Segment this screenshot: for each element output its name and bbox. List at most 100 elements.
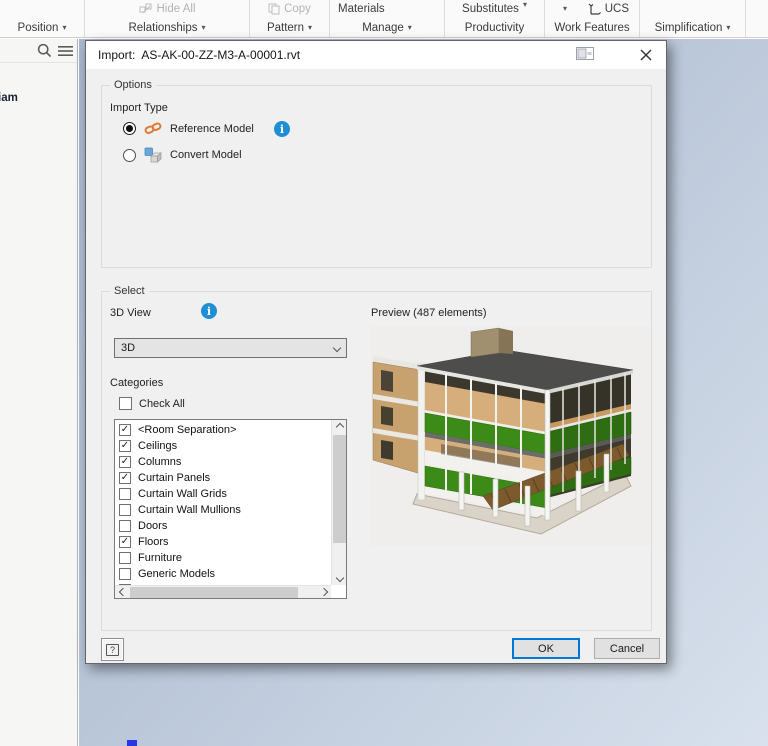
view-dropdown-value: 3D bbox=[121, 342, 136, 354]
ribbon-group-work-features: ▾ UCS Work Features bbox=[545, 0, 640, 37]
browser-tree-item[interactable]: iam bbox=[0, 92, 18, 104]
tab-manage[interactable]: Manage ▾ bbox=[330, 22, 444, 34]
materials-label: Materials bbox=[338, 3, 385, 15]
category-row[interactable]: Generic Models bbox=[115, 566, 331, 582]
copy-icon bbox=[268, 3, 280, 15]
axis-label-fragment bbox=[127, 740, 137, 746]
chevron-down-icon bbox=[332, 343, 342, 353]
horizontal-scroll-thumb[interactable] bbox=[130, 586, 298, 598]
copy-button[interactable]: Copy bbox=[250, 1, 329, 17]
categories-list: ✓ <Room Separation> ✓ Ceilings ✓ Columns ✓ Curt… bbox=[115, 420, 331, 585]
ucs-axis-icon bbox=[588, 3, 601, 15]
scroll-down-button[interactable] bbox=[332, 571, 346, 585]
reference-model-option[interactable]: Reference Model bbox=[123, 121, 254, 136]
category-checkbox[interactable]: ✓ bbox=[119, 472, 131, 484]
ok-button[interactable]: OK bbox=[512, 638, 580, 659]
tab-productivity-label: Productivity bbox=[464, 22, 525, 34]
reference-model-info-icon[interactable]: i bbox=[274, 121, 290, 137]
view-dropdown[interactable]: 3D bbox=[114, 338, 347, 358]
tab-position[interactable]: Position ▾ bbox=[0, 22, 84, 34]
browser-header bbox=[0, 39, 77, 63]
view-label: 3D View bbox=[110, 307, 151, 319]
horizontal-scrollbar[interactable] bbox=[115, 585, 331, 598]
substitutes-label: Substitutes bbox=[462, 3, 519, 15]
category-checkbox[interactable] bbox=[119, 504, 131, 516]
materials-button[interactable]: Materials bbox=[330, 1, 444, 17]
category-row[interactable]: ✓ Columns bbox=[115, 454, 331, 470]
check-all-label: Check All bbox=[139, 397, 185, 410]
vertical-scrollbar[interactable] bbox=[331, 420, 346, 585]
preview-label: Preview (487 elements) bbox=[371, 307, 487, 319]
category-row[interactable]: ✓ Curtain Panels bbox=[115, 470, 331, 486]
ribbon-group-manage: Materials Manage ▾ bbox=[330, 0, 445, 37]
ribbon-spacer bbox=[746, 0, 768, 37]
substitutes-button[interactable]: Substitutes ▾ bbox=[445, 1, 544, 17]
tab-pattern-label: Pattern bbox=[266, 22, 305, 34]
chevron-down-icon: ▾ bbox=[407, 23, 412, 32]
help-button[interactable]: ? bbox=[101, 638, 124, 661]
category-checkbox[interactable]: ✓ bbox=[119, 456, 131, 468]
category-label: Columns bbox=[138, 456, 182, 468]
category-checkbox[interactable] bbox=[119, 520, 131, 532]
ribbon: Position ▾ Hide All Relationships ▾ Copy P… bbox=[0, 0, 768, 38]
category-row[interactable]: ✓ <Room Separation> bbox=[115, 422, 331, 438]
menu-icon[interactable] bbox=[58, 45, 73, 57]
reference-model-radio[interactable] bbox=[123, 122, 136, 135]
category-label: Ceilings bbox=[138, 440, 178, 452]
dialog-titlebar[interactable]: Import: AS-AK-00-ZZ-M3-A-00001.rvt bbox=[86, 41, 666, 70]
close-icon[interactable] bbox=[638, 47, 654, 63]
category-row[interactable]: ✓ Ceilings bbox=[115, 438, 331, 454]
category-checkbox[interactable] bbox=[119, 488, 131, 500]
tab-productivity[interactable]: Productivity bbox=[445, 22, 544, 34]
category-label: Curtain Wall Grids bbox=[138, 488, 227, 500]
chevron-down-icon[interactable]: ▾ bbox=[563, 5, 567, 13]
categories-label: Categories bbox=[110, 377, 164, 389]
convert-model-option[interactable]: Convert Model bbox=[123, 147, 242, 163]
category-label: Furniture bbox=[138, 552, 183, 564]
category-checkbox[interactable]: ✓ bbox=[119, 536, 131, 548]
cancel-button[interactable]: Cancel bbox=[594, 638, 660, 659]
ucs-label: UCS bbox=[604, 3, 629, 15]
category-label: Doors bbox=[138, 520, 168, 532]
check-all-checkbox[interactable] bbox=[119, 397, 132, 410]
category-checkbox[interactable] bbox=[119, 552, 131, 564]
category-row[interactable]: Doors bbox=[115, 518, 331, 534]
reference-model-label: Reference Model bbox=[170, 122, 254, 135]
category-checkbox[interactable]: ✓ bbox=[119, 440, 131, 452]
tab-simplification-label: Simplification bbox=[654, 22, 723, 34]
convert-model-label: Convert Model bbox=[170, 149, 242, 161]
category-checkbox[interactable] bbox=[119, 568, 131, 580]
hide-all-label: Hide All bbox=[156, 3, 196, 15]
dock-panel-icon[interactable] bbox=[576, 47, 594, 63]
tab-pattern[interactable]: Pattern ▾ bbox=[250, 22, 329, 34]
tab-simplification[interactable]: Simplification ▾ bbox=[640, 22, 745, 34]
tab-work-features[interactable]: Work Features bbox=[545, 22, 639, 34]
convert-model-radio[interactable] bbox=[123, 148, 136, 162]
category-label: Curtain Wall Mullions bbox=[138, 504, 241, 516]
category-label: <Room Separation> bbox=[138, 424, 237, 436]
scroll-up-button[interactable] bbox=[332, 420, 346, 434]
search-icon[interactable] bbox=[37, 43, 52, 58]
import-type-label: Import Type bbox=[110, 102, 168, 114]
category-checkbox[interactable]: ✓ bbox=[119, 424, 131, 436]
vertical-scroll-thumb[interactable] bbox=[333, 435, 346, 543]
category-row[interactable]: ✓ Floors bbox=[115, 534, 331, 550]
category-row[interactable]: Curtain Wall Grids bbox=[115, 486, 331, 502]
category-label: Floors bbox=[138, 536, 169, 548]
ribbon-group-position: Position ▾ bbox=[0, 0, 85, 37]
hide-all-icon bbox=[139, 3, 153, 15]
category-label: Curtain Panels bbox=[138, 472, 211, 484]
tab-work-features-label: Work Features bbox=[554, 22, 630, 34]
hide-all-button[interactable]: Hide All bbox=[85, 1, 249, 17]
scroll-right-button[interactable] bbox=[316, 586, 331, 599]
category-label: Generic Models bbox=[138, 568, 216, 580]
check-all-option[interactable]: Check All bbox=[119, 397, 185, 410]
category-row[interactable]: Curtain Wall Mullions bbox=[115, 502, 331, 518]
tab-relationships[interactable]: Relationships ▾ bbox=[85, 22, 249, 34]
category-row[interactable]: Furniture bbox=[115, 550, 331, 566]
scroll-left-button[interactable] bbox=[115, 586, 130, 599]
ucs-button[interactable]: UCS bbox=[588, 3, 629, 15]
chevron-down-icon: ▾ bbox=[201, 23, 206, 32]
view-info-icon[interactable]: i bbox=[201, 303, 217, 319]
convert-model-icon bbox=[144, 147, 162, 163]
